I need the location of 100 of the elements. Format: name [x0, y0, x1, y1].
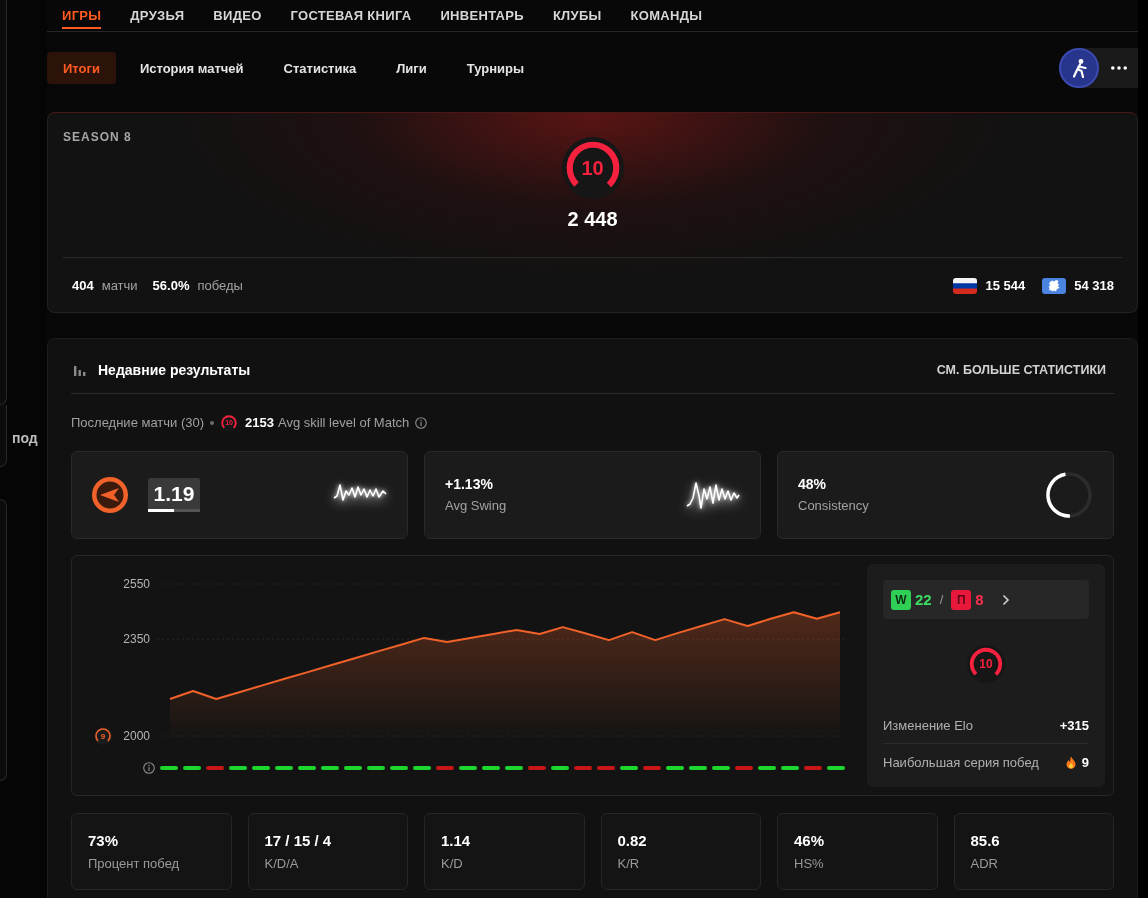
stat-label: K/R — [617, 855, 641, 873]
sub-tab[interactable]: Лиги — [380, 52, 443, 84]
info-icon[interactable] — [415, 417, 428, 429]
dot-icon — [210, 421, 215, 425]
match-result-dash[interactable] — [712, 766, 730, 770]
nav-tab[interactable]: КОМАНДЫ — [630, 0, 703, 29]
win-badge: W — [891, 589, 911, 610]
sub-tab[interactable]: Статистика — [267, 52, 373, 84]
match-result-dash[interactable] — [574, 766, 592, 770]
avg-elo-value: 2153 — [245, 414, 274, 432]
match-result-dash[interactable] — [597, 766, 615, 770]
rank-value: 54 318 — [1074, 278, 1114, 293]
match-result-dash[interactable] — [482, 766, 500, 770]
stat-label: Процент побед — [88, 855, 181, 873]
stat-label: K/D/A — [264, 855, 300, 873]
summary-label: Изменение Elo — [883, 717, 973, 733]
stat-value: 48% — [798, 475, 828, 493]
winrate-value: 56.0% — [152, 278, 190, 293]
match-result-dash[interactable] — [160, 766, 178, 770]
match-result-dash[interactable] — [689, 766, 707, 770]
stat-value: 85.6 — [970, 831, 1001, 851]
y-tick-label: 2350 — [123, 632, 150, 647]
stat-value: 73% — [88, 831, 120, 851]
match-result-dash[interactable] — [758, 766, 776, 770]
more-icon — [1110, 66, 1127, 70]
match-result-dash[interactable] — [459, 766, 477, 770]
stat-value: 1.14 — [441, 831, 472, 851]
section-title: Недавние результаты — [98, 361, 251, 380]
match-result-dash[interactable] — [367, 766, 385, 770]
stat-label: Avg Swing — [445, 497, 507, 515]
bar-chart-icon — [74, 364, 86, 376]
win-loss-bar[interactable]: W 22 / П 8 — [883, 580, 1089, 619]
stat-label: HS% — [794, 855, 825, 873]
match-result-dash[interactable] — [666, 766, 684, 770]
stat-value: +1.13% — [445, 475, 494, 493]
rank-value: 15 544 — [985, 278, 1026, 293]
match-result-dash[interactable] — [390, 766, 408, 770]
match-result-dash[interactable] — [528, 766, 546, 770]
sub-tab[interactable]: Итоги — [47, 52, 116, 84]
arrowhead-icon — [92, 477, 128, 513]
match-result-dash[interactable] — [344, 766, 362, 770]
nav-tab[interactable]: ГОСТЕВАЯ КНИГА — [290, 0, 412, 29]
game-button[interactable] — [1059, 48, 1099, 88]
summary-value: 9 — [1081, 754, 1089, 770]
y-tick-label: 2550 — [123, 577, 150, 591]
match-result-dash[interactable] — [505, 766, 523, 770]
match-result-dash[interactable] — [620, 766, 638, 770]
stat-label: ADR — [970, 855, 999, 873]
avg-skill-label: Avg skill level of Match — [278, 414, 410, 432]
sub-tab[interactable]: История матчей — [123, 52, 260, 84]
match-result-dash[interactable] — [252, 766, 270, 770]
sub-tab[interactable]: Турниры — [450, 52, 541, 84]
winrate-label: победы — [197, 278, 243, 293]
side-label: под — [12, 430, 38, 446]
match-result-dash[interactable] — [206, 766, 224, 770]
match-result-dash[interactable] — [298, 766, 316, 770]
map-icon — [1042, 277, 1067, 294]
match-result-dash[interactable] — [229, 766, 247, 770]
flag-icon — [953, 277, 978, 294]
nav-tab[interactable]: ИНВЕНТАРЬ — [440, 0, 524, 29]
rating-value: 1.19 — [153, 482, 195, 506]
match-result-dash[interactable] — [413, 766, 431, 770]
loss-badge: П — [951, 589, 972, 610]
matches-count: 404 — [72, 278, 94, 293]
match-result-dash[interactable] — [827, 766, 845, 770]
match-result-dash[interactable] — [436, 766, 454, 770]
y-tick-label: 2000 — [123, 729, 150, 743]
season-title: SEASON 8 — [63, 129, 132, 145]
recent-matches-label: Последние матчи (30) — [71, 414, 205, 432]
summary-label: Наибольшая серия побед — [883, 754, 1039, 770]
stat-label: K/D — [441, 855, 464, 873]
nav-tab[interactable]: ВИДЕО — [213, 0, 262, 29]
elo-value: 2 448 — [567, 207, 618, 231]
summary-value: +315 — [1059, 717, 1089, 733]
losses-count: 8 — [975, 591, 984, 608]
level-badge: 10 — [561, 137, 624, 199]
nav-tab[interactable]: ДРУЗЬЯ — [130, 0, 185, 29]
stat-value: 17 / 15 / 4 — [264, 831, 333, 851]
separator: / — [939, 592, 944, 607]
stat-label: Consistency — [798, 497, 869, 515]
chevron-right-icon — [1001, 593, 1010, 606]
level-badge: 10 — [967, 645, 1005, 683]
wins-count: 22 — [915, 591, 932, 608]
nav-tab[interactable]: ИГРЫ — [62, 0, 102, 29]
stat-value: 46% — [794, 831, 826, 851]
fire-icon — [1065, 755, 1076, 769]
match-result-dash[interactable] — [321, 766, 339, 770]
match-result-dash[interactable] — [551, 766, 569, 770]
level-badge: 9 — [94, 727, 112, 745]
match-result-dash[interactable] — [804, 766, 822, 770]
info-icon[interactable] — [143, 762, 155, 774]
nav-tab[interactable]: КЛУБЫ — [552, 0, 602, 29]
more-stats-link[interactable]: СМ. БОЛЬШЕ СТАТИСТИКИ — [936, 360, 1114, 380]
match-result-dash[interactable] — [643, 766, 661, 770]
match-result-dash[interactable] — [735, 766, 753, 770]
match-result-dash[interactable] — [781, 766, 799, 770]
stat-value: 0.82 — [617, 831, 648, 851]
match-result-dash[interactable] — [183, 766, 201, 770]
matches-label: матчи — [101, 278, 138, 293]
match-result-dash[interactable] — [275, 766, 293, 770]
